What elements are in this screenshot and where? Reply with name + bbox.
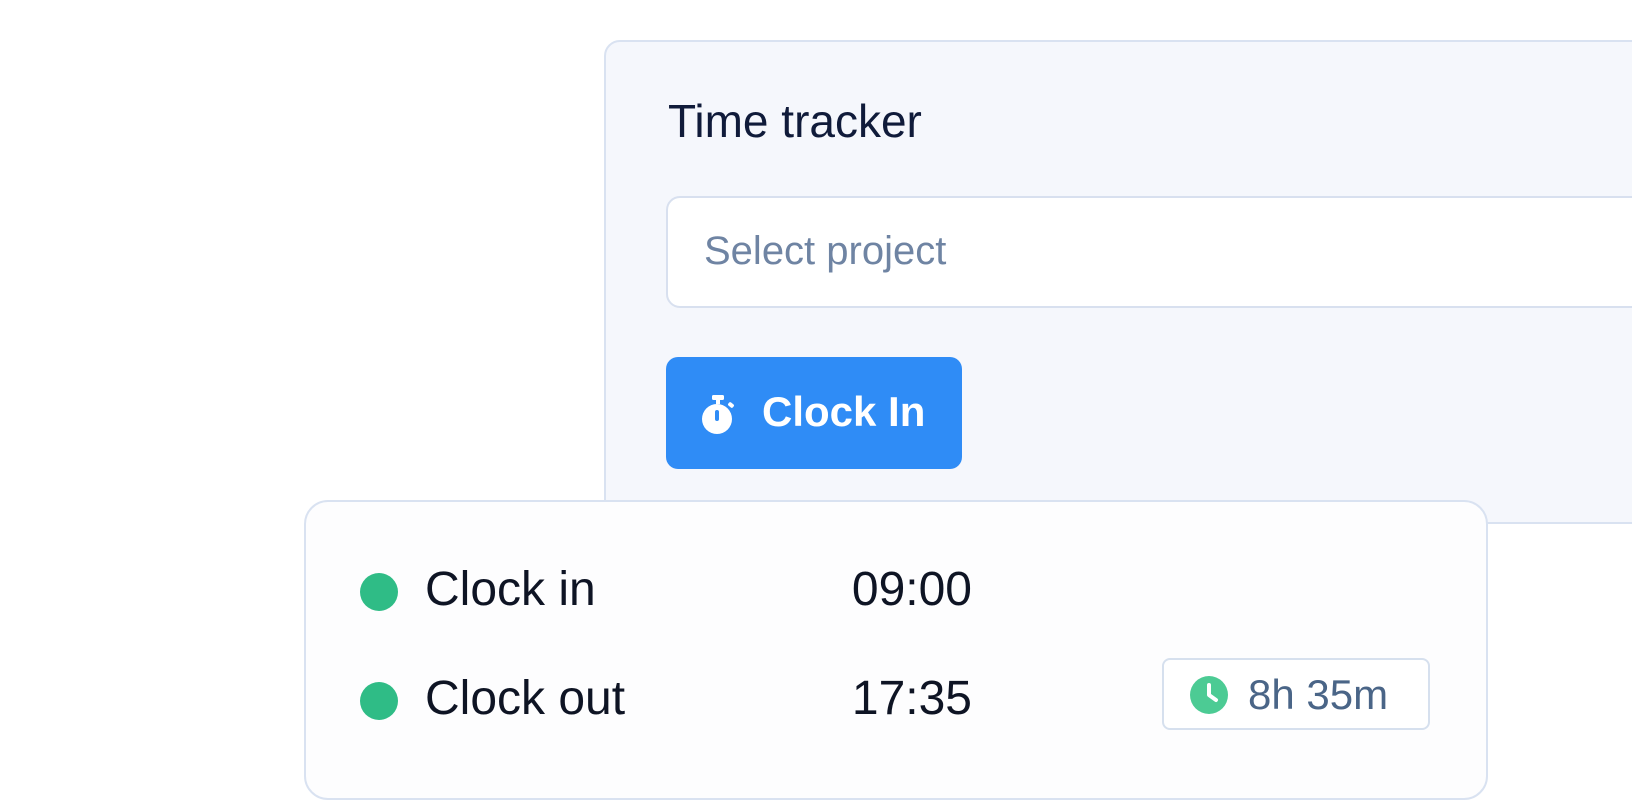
clock-out-time: 17:35 xyxy=(851,672,972,725)
tracker-title: Time tracker xyxy=(668,95,922,147)
project-select-placeholder: Select project xyxy=(704,229,947,273)
clock-in-label: Clock In xyxy=(762,388,926,435)
status-dot-icon xyxy=(360,682,398,720)
clock-in-button[interactable]: Clock In xyxy=(666,357,962,469)
duration-value: 8h 35m xyxy=(1248,671,1389,718)
stopwatch-icon xyxy=(698,393,738,437)
log-row-clock-in: Clock in 09:00 xyxy=(306,558,1486,618)
clock-in-time: 09:00 xyxy=(851,563,972,616)
time-log-card: Clock in 09:00 Clock out 17:35 8h 35m xyxy=(304,500,1488,800)
project-select[interactable]: Select project xyxy=(666,196,1632,308)
clock-in-log-label: Clock in xyxy=(425,563,596,616)
duration-badge: 8h 35m xyxy=(1162,658,1430,730)
status-dot-icon xyxy=(360,573,398,611)
clock-out-log-label: Clock out xyxy=(425,672,626,725)
time-tracker-card: Time tracker Select project Clock In xyxy=(604,40,1632,524)
clock-icon xyxy=(1190,676,1228,714)
